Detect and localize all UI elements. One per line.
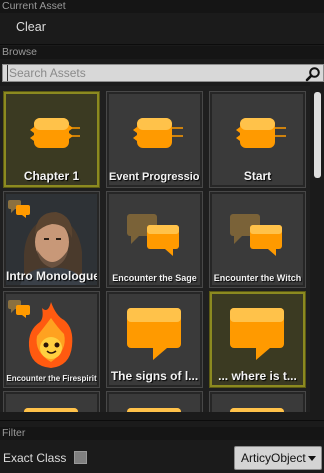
exact-class-checkbox[interactable] [74,451,87,464]
asset-tile[interactable]: The signs of l... [106,291,203,388]
asset-tile[interactable]: Encounter the Sage [106,191,203,288]
exact-class-label: Exact Class [3,451,67,465]
asset-tile[interactable] [209,391,306,412]
browse-label: Browse [0,46,324,59]
tile-caption: Event Progression [109,171,200,183]
scrollbar-thumb[interactable] [314,92,321,178]
filter-row: Exact Class ArticyObject [0,442,324,473]
search-input[interactable] [7,65,297,81]
scrollbar[interactable] [311,88,324,412]
tile-caption: Encounter the Witch [213,273,302,283]
tile-caption: Encounter the Firespirit [6,374,97,383]
dialogue-badge-icon [8,300,30,318]
clear-button[interactable]: Clear [16,20,46,34]
tile-caption: ... where is t... [218,369,297,383]
speech-bubble-icon [24,408,78,412]
tile-caption: Intro Monologue [6,269,97,283]
tile-caption: The signs of l... [110,369,199,383]
dialogue-icon [230,214,282,256]
asset-grid: Chapter 1 Event Progression Start Intro … [0,86,310,412]
dialogue-badge-icon [8,200,30,218]
tile-caption: Start [243,169,272,183]
filter-label: Filter [0,427,324,440]
chevron-down-icon [308,456,316,461]
asset-tile[interactable]: Encounter the Witch [209,191,306,288]
dialogue-icon [127,214,179,256]
asset-tile[interactable] [3,391,100,412]
tile-caption: Encounter the Sage [112,273,197,283]
asset-tile[interactable]: Chapter 1 [3,91,100,188]
speech-bubble-icon [127,408,181,412]
asset-tile[interactable]: Start [209,91,306,188]
search-icon[interactable] [305,66,321,82]
speech-bubble-icon [230,408,284,412]
asset-tile[interactable]: Encounter the Firespirit [3,291,100,388]
search-box[interactable] [2,64,324,82]
current-asset-label: Current Asset [0,0,324,13]
tile-caption: Chapter 1 [23,169,80,183]
divider [0,420,324,421]
class-dropdown[interactable]: ArticyObject [234,446,322,470]
asset-tile[interactable]: Intro Monologue [3,191,100,288]
asset-tile[interactable] [106,391,203,412]
divider [0,44,324,45]
asset-tile[interactable]: Event Progression [106,91,203,188]
asset-tile[interactable]: ... where is t... [209,291,306,388]
class-dropdown-value: ArticyObject [241,451,306,465]
